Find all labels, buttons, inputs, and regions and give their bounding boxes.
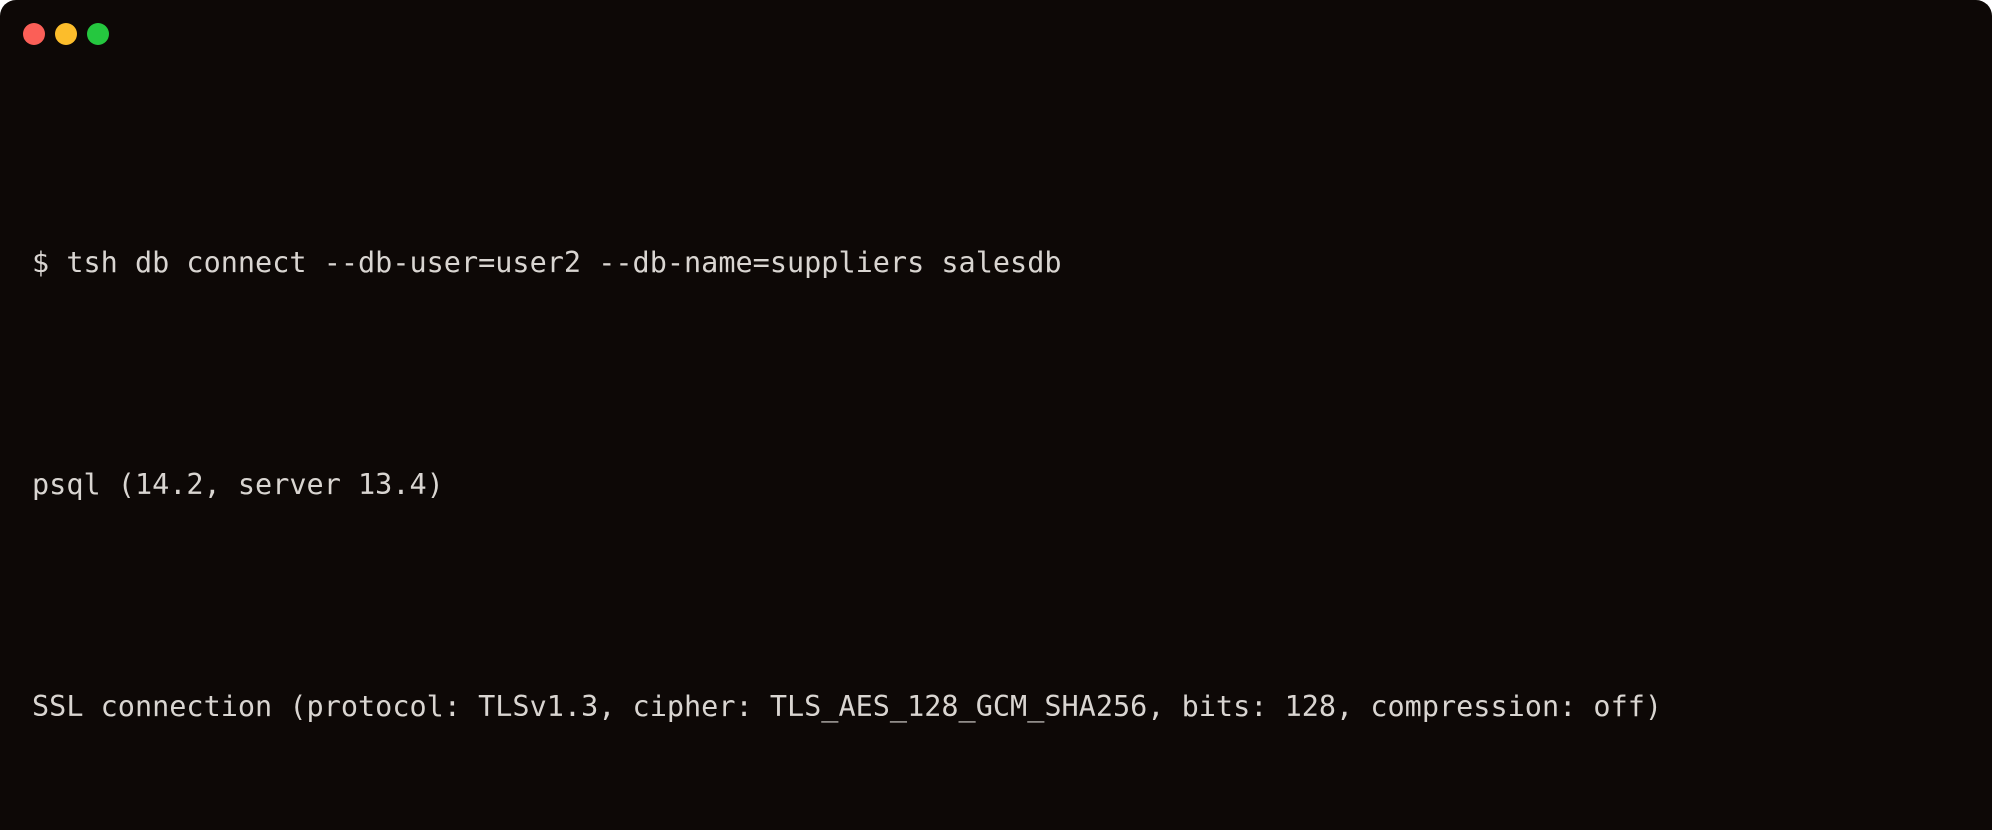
- close-window-button[interactable]: [23, 23, 45, 45]
- zoom-window-button[interactable]: [87, 23, 109, 45]
- window-titlebar[interactable]: [0, 0, 1992, 68]
- terminal-output-area[interactable]: $ tsh db connect --db-user=user2 --db-na…: [0, 68, 1992, 830]
- shell-command-line: $ tsh db connect --db-user=user2 --db-na…: [32, 245, 1062, 279]
- ssl-connection-line: SSL connection (protocol: TLSv1.3, ciphe…: [32, 689, 1663, 723]
- psql-version-line: psql (14.2, server 13.4): [32, 467, 444, 501]
- terminal-window: $ tsh db connect --db-user=user2 --db-na…: [0, 0, 1992, 830]
- minimize-window-button[interactable]: [55, 23, 77, 45]
- traffic-light-controls: [23, 23, 109, 45]
